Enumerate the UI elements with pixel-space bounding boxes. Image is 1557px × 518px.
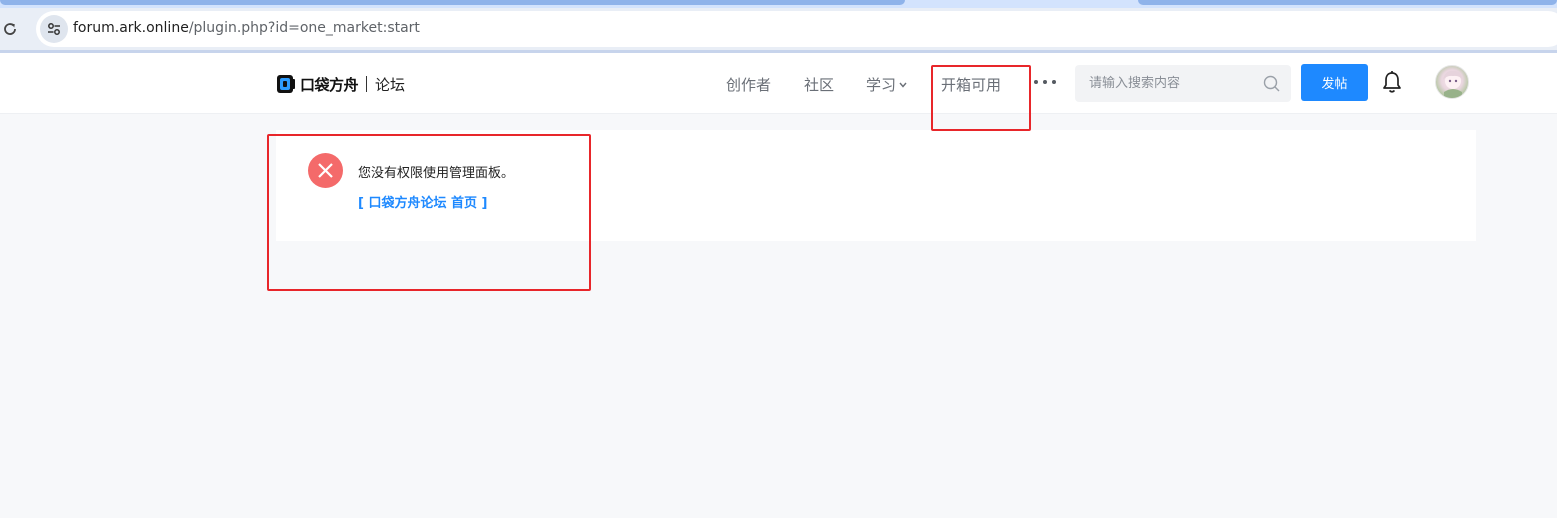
chevron-down-icon bbox=[899, 82, 907, 88]
nav-learn-label: 学习 bbox=[866, 76, 897, 94]
browser-tab-strip bbox=[0, 0, 1557, 8]
nav-creator[interactable]: 创作者 bbox=[726, 74, 771, 95]
annotation-box-message bbox=[267, 134, 591, 291]
nav-learn[interactable]: 学习 bbox=[866, 74, 907, 95]
site-header: 口袋方舟 论坛 创作者 社区 学习 开箱可用 发帖 bbox=[0, 53, 1557, 114]
ark-logo-icon bbox=[277, 75, 295, 93]
url-text[interactable]: forum.ark.online/plugin.php?id=one_marke… bbox=[73, 20, 420, 36]
logo-forum-text: 论坛 bbox=[375, 75, 406, 94]
bell-icon[interactable] bbox=[1381, 70, 1403, 94]
search-icon[interactable] bbox=[1263, 75, 1280, 92]
logo-brand-text: 口袋方舟 bbox=[300, 75, 359, 94]
search-box bbox=[1075, 65, 1291, 102]
address-bar[interactable]: forum.ark.online/plugin.php?id=one_marke… bbox=[36, 11, 1557, 47]
post-button[interactable]: 发帖 bbox=[1301, 64, 1368, 101]
browser-tab[interactable] bbox=[0, 0, 905, 5]
reload-icon[interactable] bbox=[2, 21, 18, 37]
url-path: /plugin.php?id=one_market:start bbox=[188, 20, 420, 36]
annotation-box-nav bbox=[931, 65, 1031, 131]
more-icon[interactable] bbox=[1034, 80, 1058, 86]
site-logo[interactable]: 口袋方舟 论坛 bbox=[276, 71, 405, 97]
user-avatar[interactable] bbox=[1435, 65, 1469, 99]
browser-tab[interactable] bbox=[1138, 0, 1557, 5]
browser-toolbar: forum.ark.online/plugin.php?id=one_marke… bbox=[0, 8, 1557, 50]
avatar-image bbox=[1443, 70, 1463, 98]
site-info-button[interactable] bbox=[40, 15, 68, 43]
tune-icon bbox=[48, 23, 60, 35]
search-input[interactable] bbox=[1075, 65, 1255, 102]
url-host: forum.ark.online bbox=[73, 20, 189, 36]
logo-divider bbox=[366, 76, 368, 92]
nav-community[interactable]: 社区 bbox=[804, 74, 834, 95]
